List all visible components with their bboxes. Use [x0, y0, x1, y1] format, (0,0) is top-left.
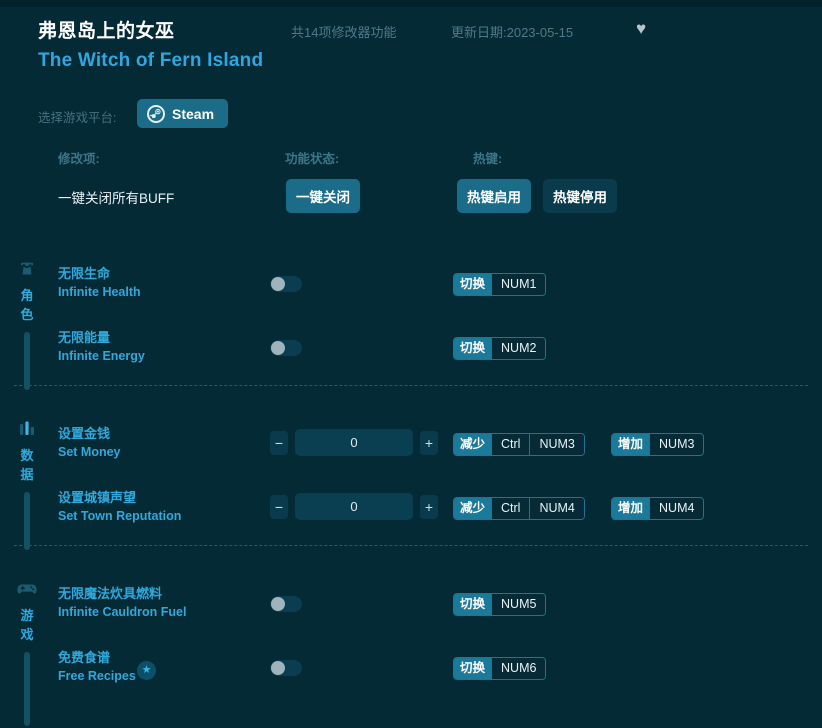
hotkey-action-label: 增加: [612, 434, 649, 455]
game-title-cn: 弗恩岛上的女巫: [38, 16, 175, 43]
update-date-label: 更新日期:2023-05-15: [451, 22, 573, 41]
feature-name-en: Set Money: [58, 443, 121, 461]
hotkey-badge-increase[interactable]: 增加 NUM3: [611, 433, 704, 456]
hotkey-action-label: 减少: [454, 498, 491, 519]
feature-name: 无限魔法炊具燃料 Infinite Cauldron Fuel: [58, 585, 186, 621]
hotkey-key-label: NUM5: [491, 594, 545, 615]
value-input[interactable]: 0: [295, 493, 413, 520]
feature-name-en: Set Town Reputation: [58, 507, 181, 525]
hotkey-badge-decrease[interactable]: 减少 Ctrl NUM4: [453, 497, 585, 520]
feature-row-set-town-reputation: 设置城镇声望 Set Town Reputation − 0 + 减少 Ctrl…: [0, 489, 822, 537]
hotkey-key-label: NUM6: [491, 658, 545, 679]
feature-name-en: Free Recipes: [58, 667, 136, 685]
feature-name: 设置城镇声望 Set Town Reputation: [58, 489, 181, 525]
feature-name: 无限能量 Infinite Energy: [58, 329, 145, 365]
platform-button-label: Steam: [172, 107, 214, 121]
value-stepper: − 0 +: [270, 493, 438, 520]
feature-name-cn: 无限生命: [58, 265, 141, 283]
feature-name-en: Infinite Health: [58, 283, 141, 301]
column-header-status: 功能状态:: [285, 148, 339, 167]
trainer-window: 弗恩岛上的女巫 The Witch of Fern Island 共14项修改器…: [0, 0, 822, 728]
hotkey-badge-decrease[interactable]: 减少 Ctrl NUM3: [453, 433, 585, 456]
feature-name-cn: 免费食谱: [58, 649, 136, 667]
feature-name-en: Infinite Energy: [58, 347, 145, 365]
hotkey-action-label: 切换: [454, 658, 491, 679]
hotkey-key-label: NUM4: [529, 498, 583, 519]
section-divider: [14, 385, 808, 386]
close-all-buffs-button[interactable]: 一键关闭: [286, 179, 360, 213]
hotkey-modifier-label: Ctrl: [491, 498, 529, 519]
feature-row-infinite-cauldron-fuel: 无限魔法炊具燃料 Infinite Cauldron Fuel 切换 NUM5: [0, 585, 822, 633]
platform-label: 选择游戏平台:: [38, 107, 116, 126]
toggle-knob: [271, 277, 285, 291]
toggle-switch[interactable]: [270, 596, 302, 612]
hotkey-key-label: NUM3: [529, 434, 583, 455]
hotkey-key-label: NUM1: [491, 274, 545, 295]
value-input[interactable]: 0: [295, 429, 413, 456]
hotkey-modifier-label: Ctrl: [491, 434, 529, 455]
hotkey-action-label: 增加: [612, 498, 649, 519]
decrement-button[interactable]: −: [270, 431, 288, 455]
hotkey-badge-toggle[interactable]: 切换 NUM6: [453, 657, 546, 680]
column-headers: 修改项: 功能状态: 热键:: [0, 148, 822, 170]
hotkey-key-label: NUM4: [649, 498, 703, 519]
game-title-en: The Witch of Fern Island: [38, 50, 263, 72]
feature-row-free-recipes: 免费食谱 Free Recipes ★ 切换 NUM6: [0, 649, 822, 697]
feature-row-infinite-energy: 无限能量 Infinite Energy 切换 NUM2: [0, 329, 822, 377]
feature-row-set-money: 设置金钱 Set Money − 0 + 减少 Ctrl NUM3 增加 NUM…: [0, 425, 822, 473]
feature-name: 无限生命 Infinite Health: [58, 265, 141, 301]
increment-button[interactable]: +: [420, 495, 438, 519]
hotkey-badge-toggle[interactable]: 切换 NUM1: [453, 273, 546, 296]
toggle-switch[interactable]: [270, 340, 302, 356]
hotkey-action-label: 切换: [454, 594, 491, 615]
toggle-switch[interactable]: [270, 660, 302, 676]
hotkey-enable-button[interactable]: 热键启用: [457, 179, 531, 213]
platform-button-steam[interactable]: Steam: [137, 99, 228, 128]
feature-name: 设置金钱 Set Money: [58, 425, 121, 461]
hotkey-key-label: NUM2: [491, 338, 545, 359]
feature-name-cn: 设置城镇声望: [58, 489, 181, 507]
increment-button[interactable]: +: [420, 431, 438, 455]
section-divider: [14, 545, 808, 546]
header: 弗恩岛上的女巫 The Witch of Fern Island 共14项修改器…: [0, 7, 822, 92]
value-stepper: − 0 +: [270, 429, 438, 456]
master-row: 一键关闭所有BUFF 一键关闭 热键启用 热键停用: [0, 178, 822, 218]
feature-name-en: Infinite Cauldron Fuel: [58, 603, 186, 621]
feature-name-cn: 无限能量: [58, 329, 145, 347]
hotkey-action-label: 切换: [454, 338, 491, 359]
heart-icon[interactable]: ♥: [631, 19, 651, 39]
window-top-band: [0, 0, 822, 7]
feature-row-infinite-health: 无限生命 Infinite Health 切换 NUM1: [0, 265, 822, 313]
hotkey-action-label: 切换: [454, 274, 491, 295]
toggle-knob: [271, 597, 285, 611]
column-header-hotkey: 热键:: [473, 148, 502, 167]
decrement-button[interactable]: −: [270, 495, 288, 519]
hotkey-key-label: NUM3: [649, 434, 703, 455]
hotkey-badge-increase[interactable]: 增加 NUM4: [611, 497, 704, 520]
hotkey-disable-button[interactable]: 热键停用: [543, 179, 617, 213]
feature-name: 免费食谱 Free Recipes: [58, 649, 136, 685]
master-row-label: 一键关闭所有BUFF: [58, 187, 174, 207]
feature-name-cn: 无限魔法炊具燃料: [58, 585, 186, 603]
feature-count-label: 共14项修改器功能: [291, 22, 396, 41]
column-header-modifier: 修改项:: [58, 148, 100, 167]
star-icon[interactable]: ★: [137, 661, 156, 680]
hotkey-action-label: 减少: [454, 434, 491, 455]
steam-icon: [147, 105, 165, 123]
feature-name-cn: 设置金钱: [58, 425, 121, 443]
toggle-switch[interactable]: [270, 276, 302, 292]
hotkey-badge-toggle[interactable]: 切换 NUM2: [453, 337, 546, 360]
hotkey-badge-toggle[interactable]: 切换 NUM5: [453, 593, 546, 616]
platform-selector-row: 选择游戏平台: Steam: [0, 99, 822, 133]
toggle-knob: [271, 661, 285, 675]
toggle-knob: [271, 341, 285, 355]
